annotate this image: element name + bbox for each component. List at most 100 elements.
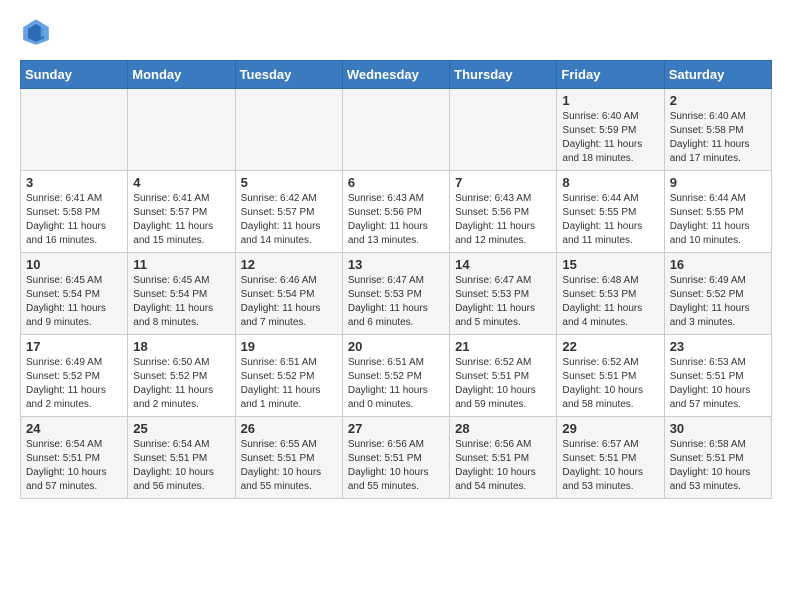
day-info: Sunrise: 6:48 AM Sunset: 5:53 PM Dayligh… bbox=[562, 274, 658, 330]
day-number: 3 bbox=[26, 175, 122, 190]
weekday-header-tuesday: Tuesday bbox=[235, 61, 342, 89]
day-info: Sunrise: 6:53 AM Sunset: 5:51 PM Dayligh… bbox=[670, 356, 766, 412]
weekday-header-monday: Monday bbox=[128, 61, 235, 89]
day-info: Sunrise: 6:55 AM Sunset: 5:51 PM Dayligh… bbox=[241, 438, 337, 494]
week-row-2: 3 Sunrise: 6:41 AM Sunset: 5:58 PM Daylig… bbox=[21, 171, 772, 253]
table-cell: 21 Sunrise: 6:52 AM Sunset: 5:51 PM Dayli… bbox=[450, 335, 557, 417]
day-number: 5 bbox=[241, 175, 337, 190]
day-info: Sunrise: 6:47 AM Sunset: 5:53 PM Dayligh… bbox=[348, 274, 444, 330]
week-row-3: 10Sunrise: 6:45 AM Sunset: 5:54 PM Dayli… bbox=[21, 253, 772, 335]
day-number: 7 bbox=[455, 175, 551, 190]
day-info: Sunrise: 6:45 AM Sunset: 5:54 PM Dayligh… bbox=[133, 274, 229, 330]
table-cell: 15 Sunrise: 6:48 AM Sunset: 5:53 PM Dayli… bbox=[557, 253, 664, 335]
table-cell bbox=[235, 89, 342, 171]
weekday-header-thursday: Thursday bbox=[450, 61, 557, 89]
day-info: Sunrise: 6:52 AM Sunset: 5:51 PM Dayligh… bbox=[455, 356, 551, 412]
table-cell: 22 Sunrise: 6:52 AM Sunset: 5:51 PM Dayli… bbox=[557, 335, 664, 417]
day-info: Sunrise: 6:49 AM Sunset: 5:52 PM Dayligh… bbox=[670, 274, 766, 330]
table-cell: 2 Sunrise: 6:40 AM Sunset: 5:58 PM Daylig… bbox=[664, 89, 771, 171]
day-number: 9 bbox=[670, 175, 766, 190]
weekday-header-sunday: Sunday bbox=[21, 61, 128, 89]
calendar-table: SundayMondayTuesdayWednesdayThursdayFrid… bbox=[20, 60, 772, 499]
day-number: 14 bbox=[455, 257, 551, 272]
day-info: Sunrise: 6:52 AM Sunset: 5:51 PM Dayligh… bbox=[562, 356, 658, 412]
day-info: Sunrise: 6:58 AM Sunset: 5:51 PM Dayligh… bbox=[670, 438, 766, 494]
day-number: 16 bbox=[670, 257, 766, 272]
table-cell: 11Sunrise: 6:45 AM Sunset: 5:54 PM Dayli… bbox=[128, 253, 235, 335]
day-info: Sunrise: 6:49 AM Sunset: 5:52 PM Dayligh… bbox=[26, 356, 122, 412]
day-info: Sunrise: 6:42 AM Sunset: 5:57 PM Dayligh… bbox=[241, 192, 337, 248]
day-number: 4 bbox=[133, 175, 229, 190]
table-cell: 19Sunrise: 6:51 AM Sunset: 5:52 PM Dayli… bbox=[235, 335, 342, 417]
day-info: Sunrise: 6:51 AM Sunset: 5:52 PM Dayligh… bbox=[348, 356, 444, 412]
table-cell: 12 Sunrise: 6:46 AM Sunset: 5:54 PM Dayli… bbox=[235, 253, 342, 335]
logo-icon bbox=[20, 16, 52, 48]
day-number: 25 bbox=[133, 421, 229, 436]
day-number: 21 bbox=[455, 339, 551, 354]
table-cell: 27 Sunrise: 6:56 AM Sunset: 5:51 PM Dayli… bbox=[342, 417, 449, 499]
table-cell bbox=[342, 89, 449, 171]
day-info: Sunrise: 6:44 AM Sunset: 5:55 PM Dayligh… bbox=[670, 192, 766, 248]
day-info: Sunrise: 6:45 AM Sunset: 5:54 PM Dayligh… bbox=[26, 274, 122, 330]
day-number: 27 bbox=[348, 421, 444, 436]
table-cell bbox=[21, 89, 128, 171]
calendar-body: 1 Sunrise: 6:40 AM Sunset: 5:59 PM Daylig… bbox=[21, 89, 772, 499]
page-container: SundayMondayTuesdayWednesdayThursdayFrid… bbox=[0, 0, 792, 509]
day-number: 17 bbox=[26, 339, 122, 354]
day-info: Sunrise: 6:44 AM Sunset: 5:55 PM Dayligh… bbox=[562, 192, 658, 248]
header bbox=[20, 16, 772, 48]
day-info: Sunrise: 6:54 AM Sunset: 5:51 PM Dayligh… bbox=[26, 438, 122, 494]
day-number: 26 bbox=[241, 421, 337, 436]
week-row-5: 24 Sunrise: 6:54 AM Sunset: 5:51 PM Dayli… bbox=[21, 417, 772, 499]
day-number: 12 bbox=[241, 257, 337, 272]
table-cell: 9 Sunrise: 6:44 AM Sunset: 5:55 PM Daylig… bbox=[664, 171, 771, 253]
table-cell bbox=[128, 89, 235, 171]
day-info: Sunrise: 6:41 AM Sunset: 5:58 PM Dayligh… bbox=[26, 192, 122, 248]
day-number: 28 bbox=[455, 421, 551, 436]
calendar-header: SundayMondayTuesdayWednesdayThursdayFrid… bbox=[21, 61, 772, 89]
table-cell: 4 Sunrise: 6:41 AM Sunset: 5:57 PM Daylig… bbox=[128, 171, 235, 253]
table-cell: 18Sunrise: 6:50 AM Sunset: 5:52 PM Dayli… bbox=[128, 335, 235, 417]
table-cell: 28 Sunrise: 6:56 AM Sunset: 5:51 PM Dayli… bbox=[450, 417, 557, 499]
day-info: Sunrise: 6:40 AM Sunset: 5:59 PM Dayligh… bbox=[562, 110, 658, 166]
day-info: Sunrise: 6:47 AM Sunset: 5:53 PM Dayligh… bbox=[455, 274, 551, 330]
day-number: 19 bbox=[241, 339, 337, 354]
table-cell: 6 Sunrise: 6:43 AM Sunset: 5:56 PM Daylig… bbox=[342, 171, 449, 253]
week-row-1: 1 Sunrise: 6:40 AM Sunset: 5:59 PM Daylig… bbox=[21, 89, 772, 171]
day-info: Sunrise: 6:56 AM Sunset: 5:51 PM Dayligh… bbox=[455, 438, 551, 494]
day-number: 15 bbox=[562, 257, 658, 272]
table-cell: 25Sunrise: 6:54 AM Sunset: 5:51 PM Dayli… bbox=[128, 417, 235, 499]
day-number: 1 bbox=[562, 93, 658, 108]
day-info: Sunrise: 6:40 AM Sunset: 5:58 PM Dayligh… bbox=[670, 110, 766, 166]
weekday-header-friday: Friday bbox=[557, 61, 664, 89]
table-cell: 14 Sunrise: 6:47 AM Sunset: 5:53 PM Dayli… bbox=[450, 253, 557, 335]
weekday-header-saturday: Saturday bbox=[664, 61, 771, 89]
day-number: 13 bbox=[348, 257, 444, 272]
day-number: 24 bbox=[26, 421, 122, 436]
day-number: 20 bbox=[348, 339, 444, 354]
day-info: Sunrise: 6:41 AM Sunset: 5:57 PM Dayligh… bbox=[133, 192, 229, 248]
table-cell: 24 Sunrise: 6:54 AM Sunset: 5:51 PM Dayli… bbox=[21, 417, 128, 499]
table-cell: 29Sunrise: 6:57 AM Sunset: 5:51 PM Dayli… bbox=[557, 417, 664, 499]
logo bbox=[20, 16, 56, 48]
table-cell: 17 Sunrise: 6:49 AM Sunset: 5:52 PM Dayli… bbox=[21, 335, 128, 417]
weekday-header-row: SundayMondayTuesdayWednesdayThursdayFrid… bbox=[21, 61, 772, 89]
table-cell: 10Sunrise: 6:45 AM Sunset: 5:54 PM Dayli… bbox=[21, 253, 128, 335]
day-number: 30 bbox=[670, 421, 766, 436]
table-cell: 3 Sunrise: 6:41 AM Sunset: 5:58 PM Daylig… bbox=[21, 171, 128, 253]
day-info: Sunrise: 6:43 AM Sunset: 5:56 PM Dayligh… bbox=[455, 192, 551, 248]
day-number: 22 bbox=[562, 339, 658, 354]
table-cell: 23 Sunrise: 6:53 AM Sunset: 5:51 PM Dayli… bbox=[664, 335, 771, 417]
table-cell: 26 Sunrise: 6:55 AM Sunset: 5:51 PM Dayli… bbox=[235, 417, 342, 499]
day-number: 8 bbox=[562, 175, 658, 190]
day-info: Sunrise: 6:56 AM Sunset: 5:51 PM Dayligh… bbox=[348, 438, 444, 494]
day-number: 23 bbox=[670, 339, 766, 354]
day-info: Sunrise: 6:43 AM Sunset: 5:56 PM Dayligh… bbox=[348, 192, 444, 248]
day-number: 2 bbox=[670, 93, 766, 108]
day-number: 6 bbox=[348, 175, 444, 190]
day-info: Sunrise: 6:46 AM Sunset: 5:54 PM Dayligh… bbox=[241, 274, 337, 330]
table-cell: 13 Sunrise: 6:47 AM Sunset: 5:53 PM Dayli… bbox=[342, 253, 449, 335]
table-cell: 8 Sunrise: 6:44 AM Sunset: 5:55 PM Daylig… bbox=[557, 171, 664, 253]
day-info: Sunrise: 6:50 AM Sunset: 5:52 PM Dayligh… bbox=[133, 356, 229, 412]
week-row-4: 17 Sunrise: 6:49 AM Sunset: 5:52 PM Dayli… bbox=[21, 335, 772, 417]
